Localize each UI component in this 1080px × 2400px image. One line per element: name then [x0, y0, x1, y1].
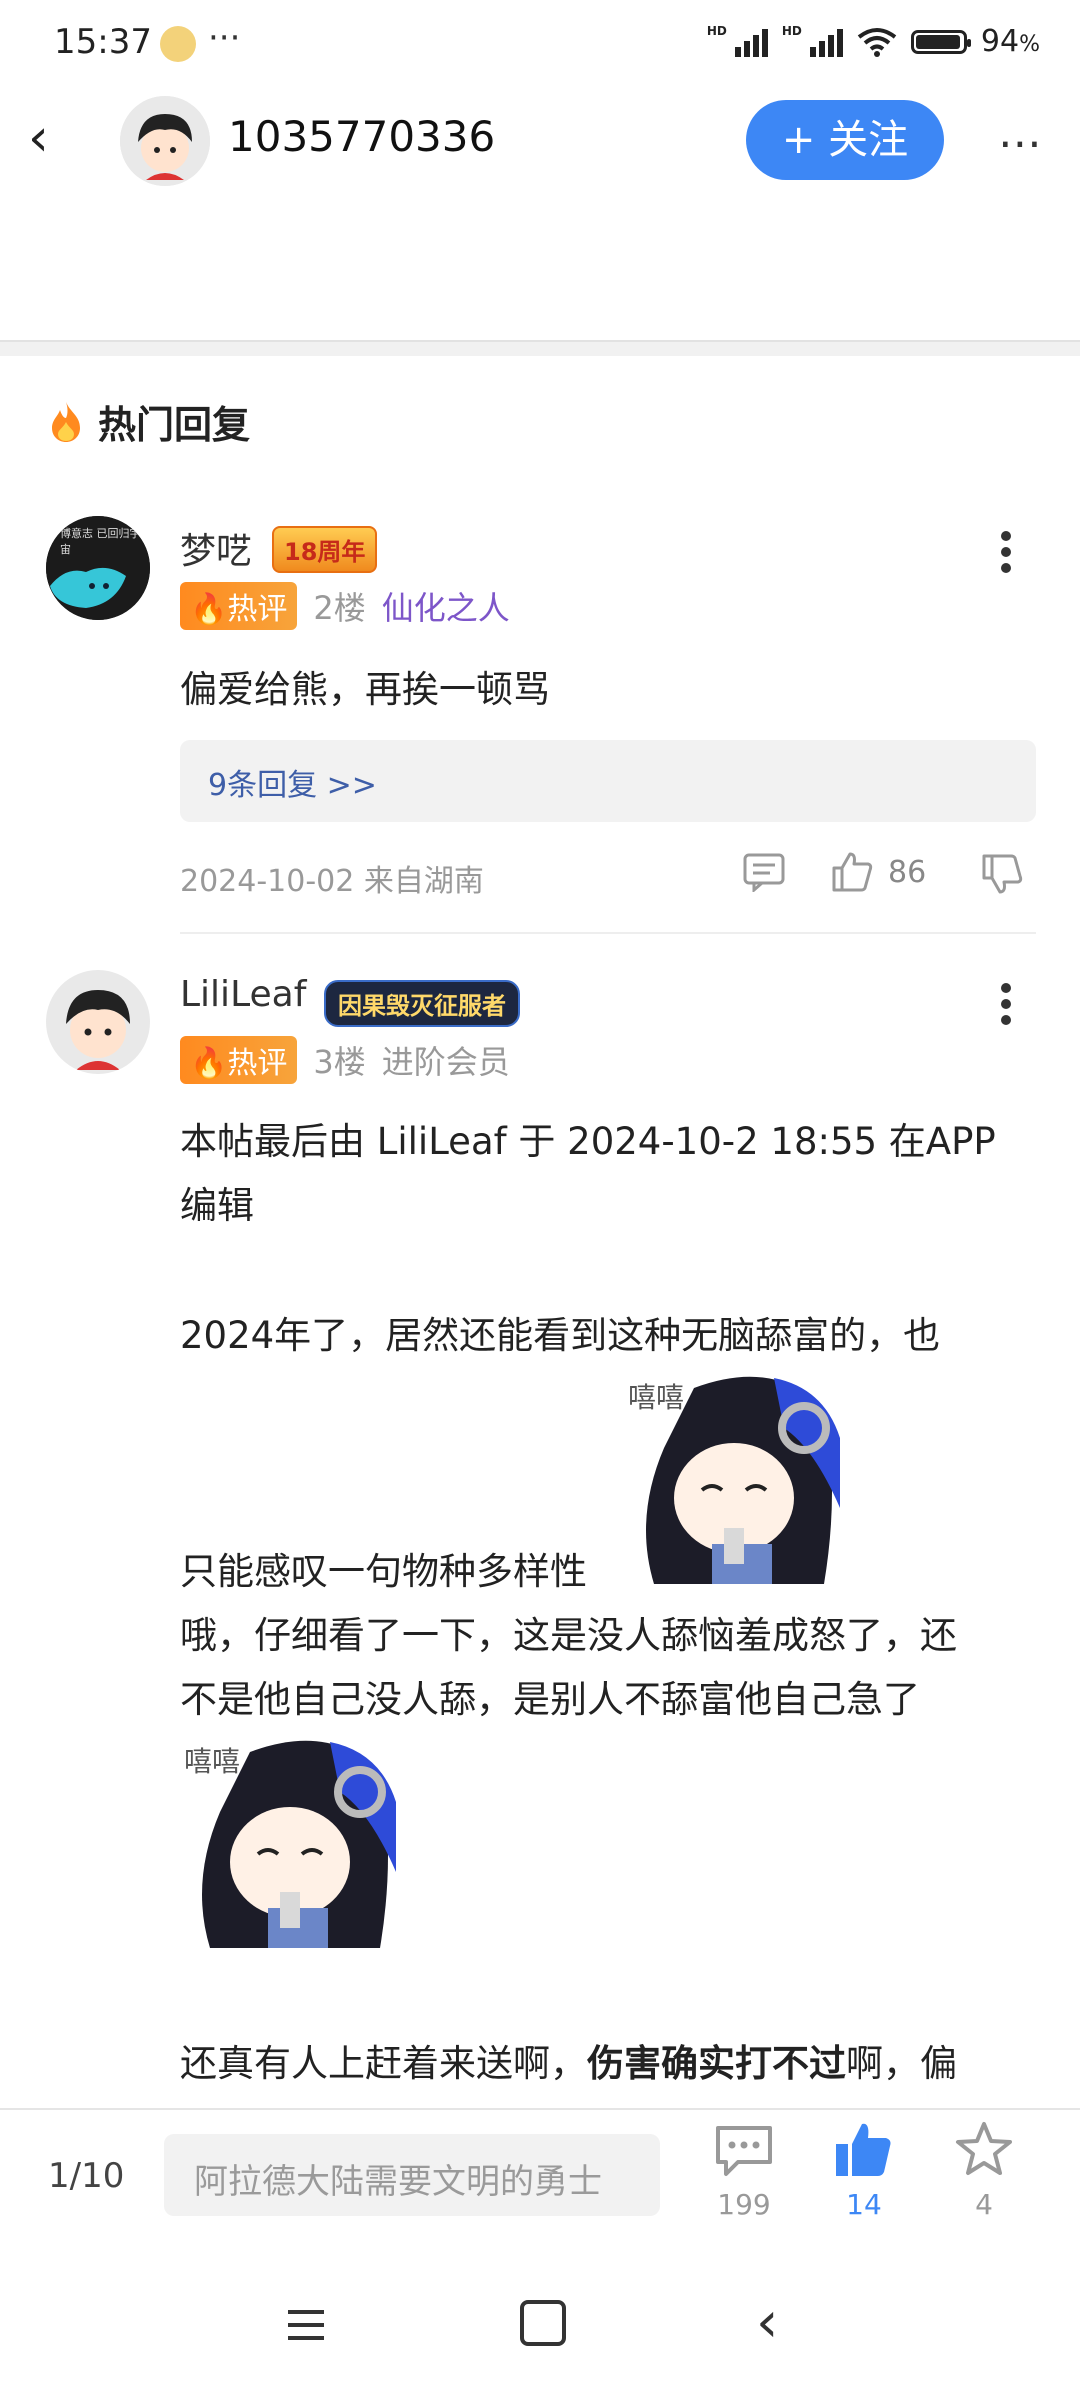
comment-text-line: 不是他自己没人舔，是别人不舔富他自己急了 — [180, 1678, 920, 1721]
hot-comment-badge: 🔥热评 — [180, 1036, 298, 1084]
comment-text: 偏爱给熊，再挨一顿骂 — [180, 668, 550, 711]
comment-author-name[interactable]: 梦呓 — [180, 522, 252, 574]
favorites-count: 4 — [975, 2188, 993, 2221]
comment-bubble-icon — [716, 2126, 772, 2176]
comment-avatar[interactable]: 博意志 已回归宇宙 — [46, 516, 150, 620]
cartoon-avatar-icon — [120, 96, 210, 186]
comment-meta-row: 🔥热评 3楼 进阶会员 — [180, 1036, 510, 1084]
comment-separator — [180, 932, 1036, 934]
more-options-button[interactable]: ⋯ — [998, 118, 1044, 169]
star-icon — [956, 2122, 1012, 2175]
reply-comment-button[interactable] — [742, 852, 786, 896]
notification-app-icon — [160, 26, 196, 62]
comments-button[interactable]: 199 — [708, 2122, 780, 2221]
comment-menu-button[interactable] — [1000, 982, 1012, 1030]
likes-count: 14 — [846, 2188, 882, 2221]
more-notifications-icon: ··· — [208, 18, 241, 58]
nav-home-button[interactable] — [520, 2300, 566, 2346]
hot-replies-title: 热门回复 — [46, 394, 250, 449]
like-count: 86 — [888, 854, 927, 890]
comment-icon — [743, 853, 785, 894]
username[interactable]: 1035770336 — [228, 112, 495, 161]
thumbs-up-filled-icon — [836, 2123, 891, 2176]
battery-level: 94% — [980, 24, 1040, 59]
status-time: 15:37 — [54, 22, 152, 62]
wifi-icon — [857, 27, 897, 57]
hot-comment-badge: 🔥热评 — [180, 582, 298, 630]
comment-meta-row: 🔥热评 2楼 仙化之人 — [180, 582, 510, 630]
edit-note-line-1: 本帖最后由 LiliLeaf 于 2024-10-2 18:55 在APP — [180, 1120, 996, 1163]
follow-button[interactable]: + 关注 — [746, 100, 944, 180]
battery-icon — [910, 29, 971, 54]
comment-menu-button[interactable] — [1000, 530, 1012, 578]
favorite-button[interactable]: 4 — [948, 2120, 1020, 2221]
user-title: 仙化之人 — [381, 589, 510, 627]
author-avatar[interactable] — [120, 96, 210, 186]
nav-back-button[interactable]: ‹ — [756, 2290, 778, 2355]
like-button[interactable]: 86 — [830, 850, 926, 894]
post-like-button[interactable]: 14 — [828, 2120, 900, 2221]
comment-author-name[interactable]: LiliLeaf — [180, 974, 306, 1015]
achievement-medal: 因果毁灭征服者 — [324, 980, 520, 1027]
comment-text-line: 还真有人上赶着来送啊，伤害确实打不过啊，偏 — [180, 2042, 957, 2085]
user-title: 进阶会员 — [381, 1043, 510, 1081]
hd-label-2: HD — [781, 24, 802, 38]
edit-note-line-2: 编辑 — [180, 1184, 254, 1227]
status-indicators: HD HD 94% — [707, 24, 1040, 59]
comment-date-location: 2024-10-02 来自湖南 — [180, 864, 484, 899]
section-divider — [0, 340, 1080, 356]
back-button[interactable]: ‹ — [28, 110, 76, 166]
thumbs-down-icon — [982, 854, 1023, 894]
dislike-button[interactable] — [980, 852, 1024, 900]
signal-icon-2 — [809, 27, 843, 57]
comment-text-line: 只能感叹一句物种多样性 — [180, 1550, 587, 1593]
anniversary-medal: 18周年 — [272, 526, 378, 573]
floor-label: 2楼 — [313, 589, 366, 627]
fire-icon — [52, 401, 80, 442]
nav-menu-button[interactable] — [288, 2310, 324, 2349]
comment-text-line: 哦，仔细看了一下，这是没人舔恼羞成怒了，还 — [180, 1614, 957, 1657]
comment-avatar[interactable] — [46, 970, 150, 1074]
reply-input[interactable]: 阿拉德大陆需要文明的勇士 — [164, 2134, 660, 2216]
comments-count: 199 — [717, 2188, 771, 2221]
comment-text-line: 2024年了，居然还能看到这种无脑舔富的，也 — [180, 1314, 941, 1357]
cartoon-avatar-icon — [46, 970, 150, 1074]
emoji-sticker: 嘻嘻 — [180, 1732, 396, 1948]
emoji-sticker: 嘻嘻 — [624, 1368, 840, 1584]
page-indicator[interactable]: 1/10 — [48, 2156, 124, 2196]
floor-label: 3楼 — [313, 1043, 366, 1081]
view-replies-button[interactable]: 9条回复 >> — [180, 740, 1036, 822]
signal-icon — [734, 27, 768, 57]
vertical-dots-icon — [1001, 983, 1011, 1025]
vertical-dots-icon — [1001, 531, 1011, 573]
thumbs-up-icon — [832, 852, 873, 892]
hd-label: HD — [706, 24, 727, 38]
